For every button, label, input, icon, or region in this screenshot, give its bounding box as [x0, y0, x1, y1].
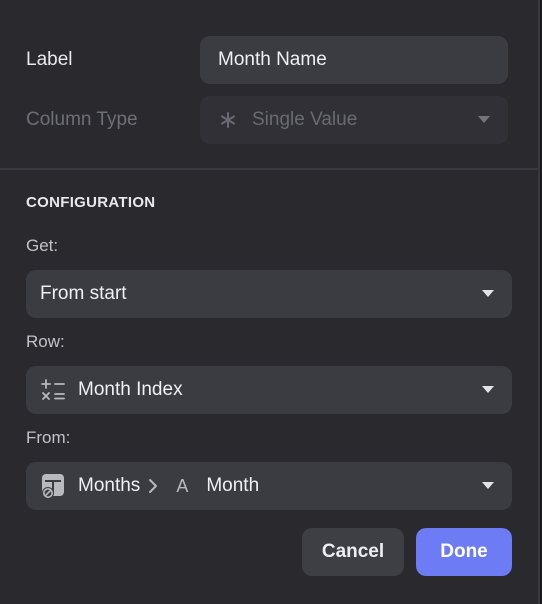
- column-type-value: Single Value: [252, 109, 358, 130]
- column-type-row: Column Type Single Value: [26, 96, 508, 144]
- from-column-name: Month: [206, 475, 260, 496]
- chevron-right-icon: [148, 478, 158, 494]
- column-type-select[interactable]: Single Value: [200, 96, 508, 144]
- label-input[interactable]: Month Name: [200, 36, 508, 84]
- label-label: Label: [26, 49, 73, 70]
- row-select-value: Month Index: [78, 379, 183, 400]
- chevron-down-icon: [482, 290, 494, 297]
- chevron-down-icon: [478, 116, 490, 123]
- row-select[interactable]: Month Index: [26, 366, 512, 414]
- label-input-value: Month Name: [218, 49, 327, 70]
- cancel-button[interactable]: Cancel: [302, 528, 404, 576]
- from-select[interactable]: Months A Month: [26, 462, 512, 510]
- column-type-label: Column Type: [26, 109, 138, 130]
- math-operators-icon: [40, 378, 66, 402]
- row-label: Row:: [26, 332, 65, 351]
- chevron-down-icon: [482, 386, 494, 393]
- text-column-icon: A: [176, 475, 189, 496]
- chevron-down-icon: [482, 482, 494, 489]
- done-button[interactable]: Done: [416, 528, 512, 576]
- get-label: Get:: [26, 236, 59, 255]
- section-divider: [0, 168, 538, 170]
- from-table-name: Months: [78, 475, 141, 496]
- configuration-heading: CONFIGURATION: [26, 194, 156, 211]
- from-label: From:: [26, 428, 71, 447]
- asterisk-icon: [218, 110, 238, 130]
- get-select-value: From start: [40, 283, 127, 304]
- column-config-dialog: Label Month Name Column Type Single Valu…: [0, 0, 540, 604]
- get-select[interactable]: From start: [26, 270, 512, 318]
- table-link-icon: [40, 472, 68, 500]
- label-row: Label Month Name: [26, 36, 508, 84]
